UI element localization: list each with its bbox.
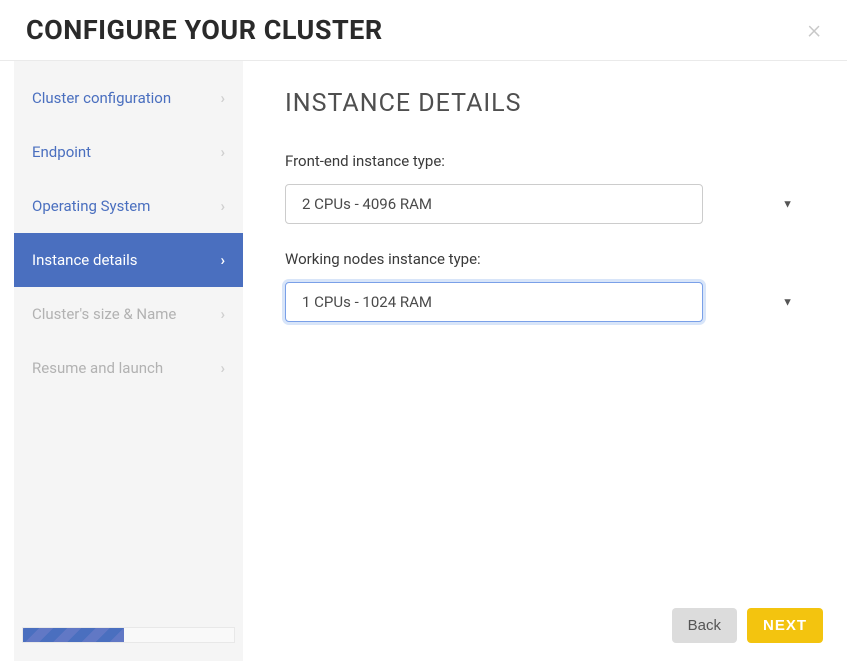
sidebar-item-resume-launch: Resume and launch › <box>14 341 243 395</box>
sidebar-items: Cluster configuration › Endpoint › Opera… <box>14 71 243 613</box>
progress-bar <box>14 613 243 661</box>
page-title: INSTANCE DETAILS <box>285 89 805 118</box>
footer-actions: Back NEXT <box>672 608 823 643</box>
sidebar-item-cluster-size-name: Cluster's size & Name › <box>14 287 243 341</box>
sidebar-item-label: Endpoint <box>32 143 91 161</box>
sidebar-item-endpoint[interactable]: Endpoint › <box>14 125 243 179</box>
progress-track <box>22 627 235 643</box>
chevron-right-icon: › <box>220 89 225 107</box>
sidebar-item-cluster-configuration[interactable]: Cluster configuration › <box>14 71 243 125</box>
chevron-right-icon: › <box>220 197 225 215</box>
chevron-right-icon: › <box>220 359 225 377</box>
modal-body: Cluster configuration › Endpoint › Opera… <box>0 61 847 661</box>
sidebar-item-label: Resume and launch <box>32 359 163 377</box>
close-icon[interactable]: × <box>807 17 821 43</box>
progress-fill <box>23 628 124 642</box>
sidebar-item-label: Operating System <box>32 197 150 215</box>
working-nodes-instance-select-wrap: 1 CPUs - 1024 RAM ▼ <box>285 282 805 322</box>
next-button[interactable]: NEXT <box>747 608 823 643</box>
sidebar-item-label: Cluster configuration <box>32 89 171 107</box>
sidebar-item-label: Instance details <box>32 251 138 269</box>
modal-title: CONFIGURE YOUR CLUSTER <box>26 14 383 46</box>
chevron-down-icon: ▼ <box>782 296 793 309</box>
sidebar-item-instance-details[interactable]: Instance details › <box>14 233 243 287</box>
modal-header: CONFIGURE YOUR CLUSTER × <box>0 0 847 61</box>
chevron-right-icon: › <box>220 143 225 161</box>
chevron-right-icon: › <box>220 251 225 269</box>
working-nodes-instance-select[interactable]: 1 CPUs - 1024 RAM <box>285 282 703 322</box>
frontend-instance-select[interactable]: 2 CPUs - 4096 RAM <box>285 184 703 224</box>
wizard-sidebar: Cluster configuration › Endpoint › Opera… <box>14 61 243 661</box>
chevron-right-icon: › <box>220 305 225 323</box>
sidebar-item-label: Cluster's size & Name <box>32 305 176 323</box>
back-button[interactable]: Back <box>672 608 737 643</box>
sidebar-item-operating-system[interactable]: Operating System › <box>14 179 243 233</box>
frontend-instance-label: Front-end instance type: <box>285 152 805 170</box>
frontend-instance-select-wrap: 2 CPUs - 4096 RAM ▼ <box>285 184 805 224</box>
working-nodes-instance-label: Working nodes instance type: <box>285 250 805 268</box>
content-panel: INSTANCE DETAILS Front-end instance type… <box>243 61 847 661</box>
chevron-down-icon: ▼ <box>782 198 793 211</box>
